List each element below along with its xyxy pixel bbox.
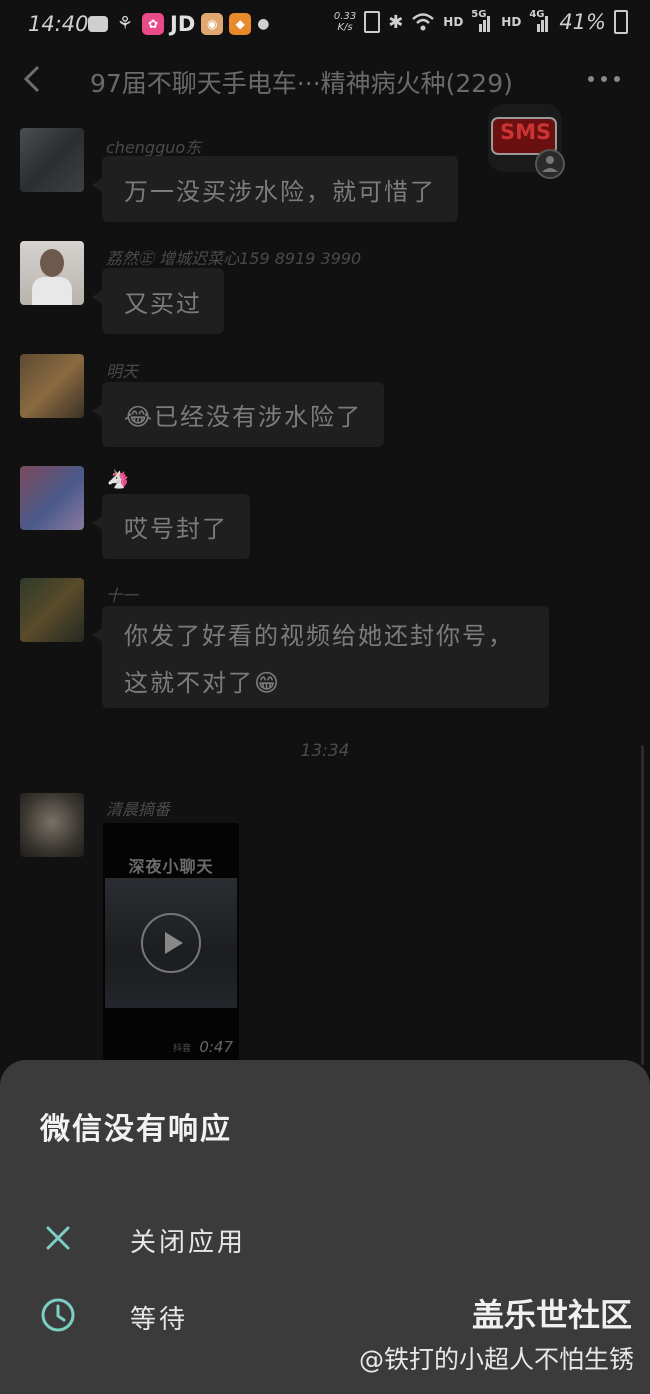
avatar[interactable] xyxy=(20,466,84,530)
sender-name: 🦄 xyxy=(106,469,129,490)
close-app-label: 关闭应用 xyxy=(130,1228,247,1258)
net-speed-unit: K/s xyxy=(337,22,353,33)
clock-icon xyxy=(41,1298,75,1332)
message-icon xyxy=(88,16,108,32)
sender-name: 十一 xyxy=(106,586,139,605)
video-message[interactable]: 深夜小聊天 抖音 0:47 xyxy=(103,823,239,1060)
game-icon: ◉ xyxy=(201,13,224,35)
wait-label: 等待 xyxy=(130,1305,189,1335)
chat-title: 97届不聊天手电车···精神病火种(229) xyxy=(90,69,513,98)
watermark-author: @铁打的小超人不怕生锈 xyxy=(358,1345,634,1374)
message-bubble[interactable]: 又买过 xyxy=(92,268,224,334)
message-bubble[interactable]: 😂已经没有涉水险了 xyxy=(91,382,385,447)
video-thumbnail xyxy=(105,878,237,1008)
sender-name: 荔然㊣ 增城迟菜心159 8919 3990 xyxy=(106,249,362,268)
status-bar: 14:40 ⚘ ✿ JD ◉ ◆ ● 0.33 K/s ✱ HD 5G HD 4G… xyxy=(0,0,650,50)
signal-5g-icon: 5G xyxy=(471,9,493,32)
time-separator: 13:34 xyxy=(300,741,350,761)
avatar[interactable] xyxy=(20,241,84,305)
app-icon: ✿ xyxy=(142,13,164,35)
gen-4g-label: 4G xyxy=(529,9,545,20)
net-speed: 0.33 K/s xyxy=(334,11,356,33)
sender-name: 明天 xyxy=(106,362,139,381)
jd-icon: JD xyxy=(170,12,196,36)
avatar[interactable] xyxy=(20,578,84,642)
video-duration: 0:47 xyxy=(199,1038,233,1056)
message-bubble[interactable]: 你发了好看的视频给她还封你号， 这就不对了😁 xyxy=(92,606,549,708)
tiktok-logo: 抖音 xyxy=(173,1044,192,1054)
message-bubble[interactable]: 万一没买涉水险，就可惜了 xyxy=(92,156,458,222)
battery-icon xyxy=(614,10,628,34)
dialog-title: 微信没有响应 xyxy=(40,1112,232,1147)
status-time: 14:40 xyxy=(28,12,89,36)
video-title: 深夜小聊天 xyxy=(128,857,214,876)
close-app-option[interactable]: 关闭应用 xyxy=(0,1208,650,1268)
sender-name: 清晨摘番 xyxy=(106,800,171,819)
dot-icon: ● xyxy=(257,16,270,32)
signal-4g-icon: 4G xyxy=(529,9,551,32)
sms-floating-icon[interactable]: SMS xyxy=(484,100,570,182)
hd-label: HD xyxy=(443,15,464,29)
more-options-icon[interactable] xyxy=(588,76,620,84)
bluetooth-icon: ✱ xyxy=(388,11,404,33)
close-icon xyxy=(46,1226,70,1250)
avatar[interactable] xyxy=(20,128,84,192)
hd-label-2: HD xyxy=(501,15,522,29)
net-speed-value: 0.33 xyxy=(333,11,357,22)
scrollbar[interactable] xyxy=(641,745,644,1065)
battery-percent: 41% xyxy=(559,10,606,34)
watermark-site: 盖乐世社区 xyxy=(471,1296,632,1334)
sms-label: SMS xyxy=(500,120,552,144)
notification-icons: ⚘ ✿ JD ◉ ◆ ● xyxy=(88,12,269,36)
sender-name: chengguo东 xyxy=(106,138,202,157)
avatar[interactable] xyxy=(20,793,84,857)
system-icons: 0.33 K/s ✱ HD 5G HD 4G 41% xyxy=(334,9,628,34)
avatar[interactable] xyxy=(20,354,84,418)
back-arrow-icon[interactable] xyxy=(22,64,42,94)
message-line: 这就不对了😁 xyxy=(124,669,282,697)
wifi-icon xyxy=(412,13,435,31)
qq-icon: ⚘ xyxy=(116,13,134,34)
message-line: 你发了好看的视频给她还封你号， xyxy=(124,622,514,650)
message-bubble[interactable]: 哎号封了 xyxy=(92,494,250,559)
shop-icon: ◆ xyxy=(229,13,252,35)
battery-saver-icon xyxy=(364,11,381,33)
play-icon[interactable] xyxy=(141,913,201,973)
gen-5g-label: 5G xyxy=(471,9,487,20)
